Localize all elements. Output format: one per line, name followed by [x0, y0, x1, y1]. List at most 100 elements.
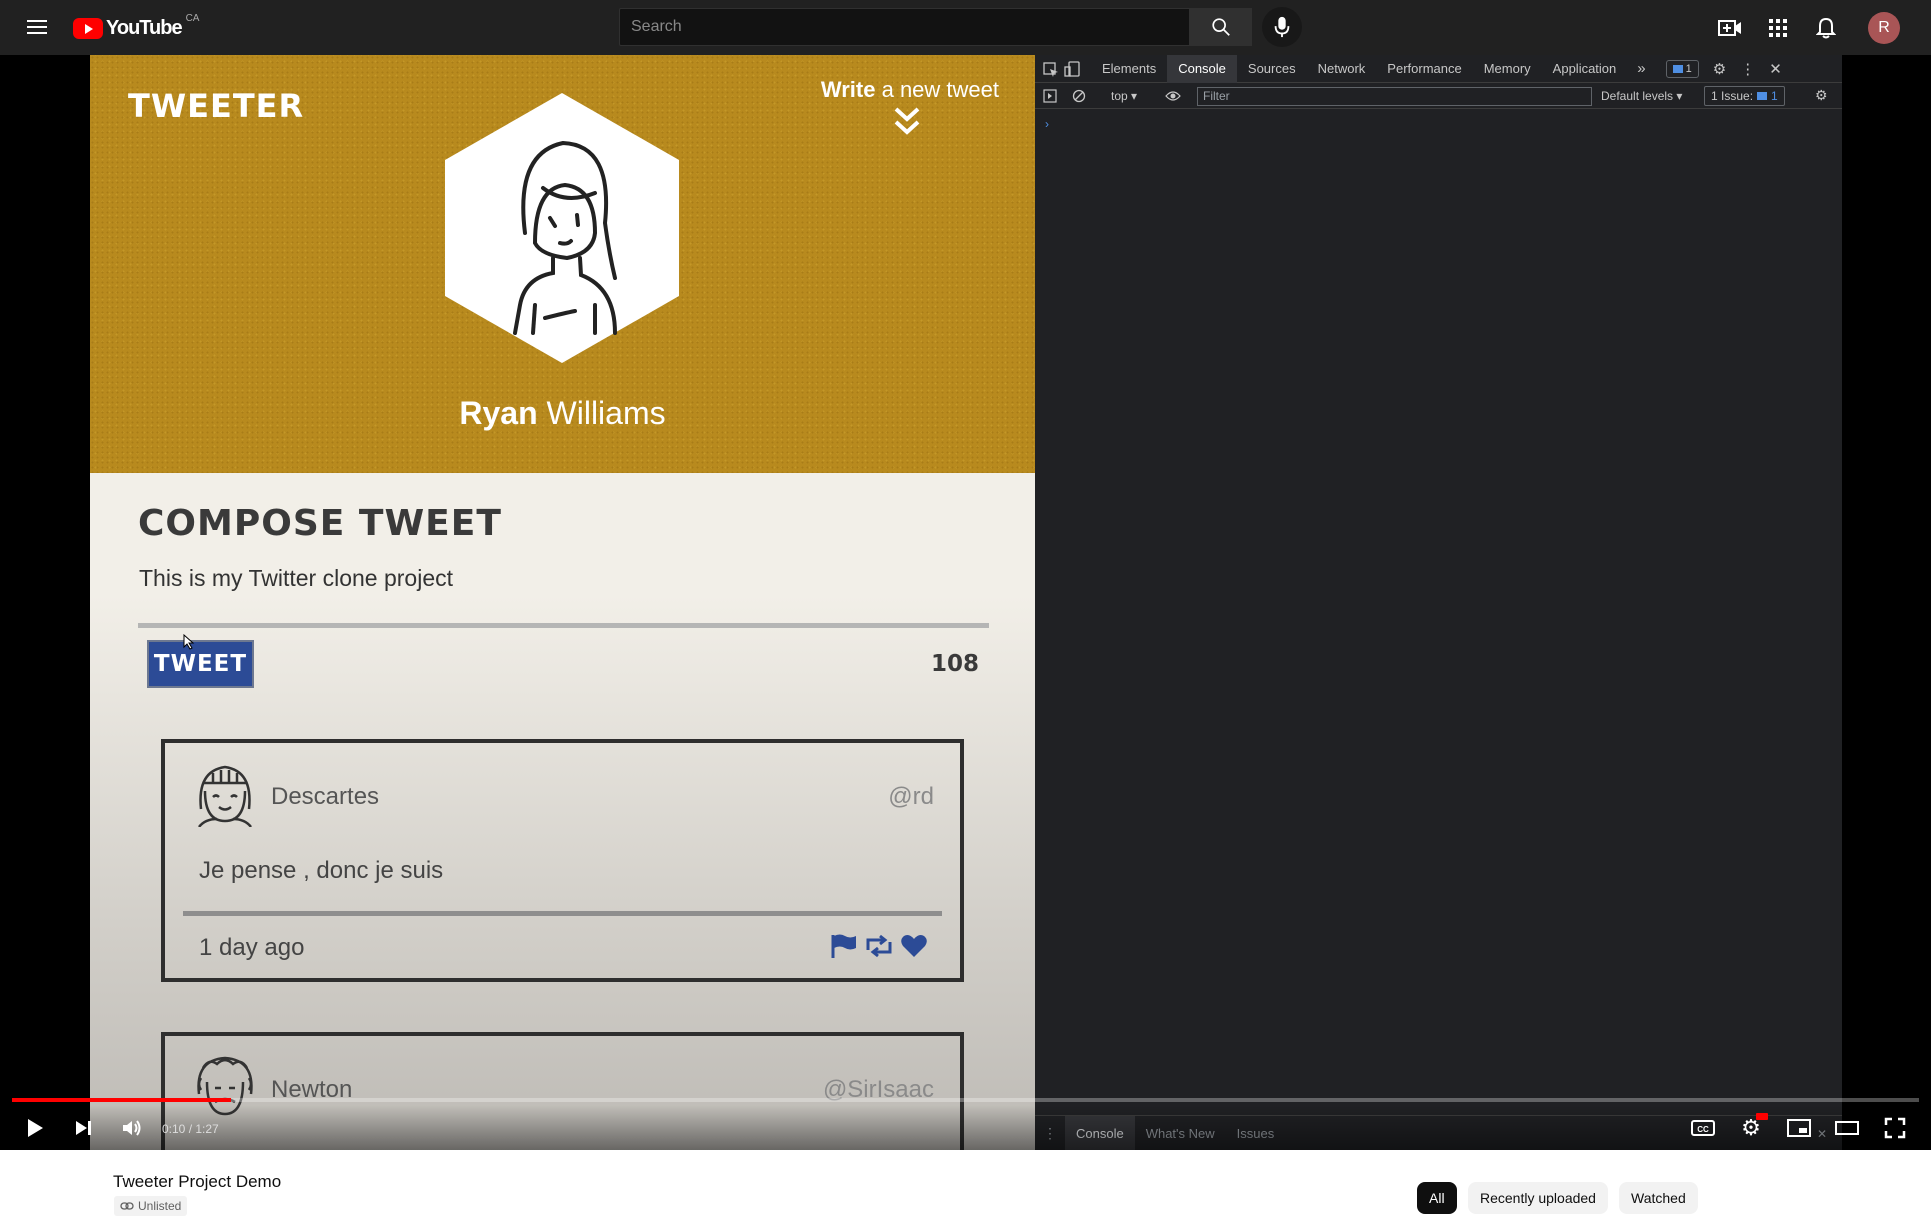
context-label: top [1111, 89, 1128, 103]
video-info-area: Tweeter Project Demo Unlisted All Recent… [0, 1150, 1931, 1225]
devtools-tab-memory[interactable]: Memory [1473, 55, 1542, 83]
mouse-cursor-icon [183, 634, 195, 650]
tweet-submit-button[interactable]: TWEET [147, 640, 254, 688]
write-new-tweet-link[interactable]: Write a new tweet [821, 77, 999, 103]
message-icon [1672, 64, 1683, 73]
miniplayer-button[interactable] [1784, 1113, 1814, 1143]
tweet-timestamp: 1 day ago [199, 934, 305, 961]
notifications-bell-icon[interactable] [1813, 15, 1839, 41]
unlisted-label: Unlisted [138, 1199, 182, 1213]
issues-button[interactable]: 1 Issue: 1 [1704, 86, 1785, 106]
device-toolbar-icon[interactable] [1063, 55, 1085, 83]
youtube-logo-text: YouTube [106, 16, 183, 39]
double-chevron-down-icon[interactable] [894, 105, 920, 139]
inspect-element-icon[interactable] [1037, 55, 1063, 83]
retweet-icon[interactable] [864, 933, 894, 959]
devtools-tab-network[interactable]: Network [1307, 55, 1377, 83]
profile-username: Ryan Williams [90, 395, 1035, 432]
create-video-icon[interactable] [1717, 15, 1743, 41]
console-prompt-chevron-icon[interactable]: › [1045, 117, 1049, 131]
search-button[interactable] [1190, 8, 1252, 46]
tweet-author-name: Descartes [271, 783, 380, 810]
play-button[interactable] [20, 1113, 50, 1143]
heart-icon[interactable] [900, 933, 928, 959]
volume-icon [123, 1120, 141, 1136]
devtools-tab-elements[interactable]: Elements [1091, 55, 1167, 83]
search-icon [1212, 18, 1230, 36]
closed-captions-icon: CC [1691, 1120, 1715, 1136]
account-avatar[interactable]: R [1868, 12, 1900, 44]
user-first-name: Ryan [459, 395, 538, 431]
flag-icon[interactable] [830, 933, 858, 959]
devtools-tab-console[interactable]: Console [1167, 55, 1237, 83]
youtube-logo[interactable]: YouTube CA [73, 12, 200, 41]
tweet-actions [830, 933, 928, 959]
kebab-menu-icon[interactable]: ⋮ [1740, 60, 1755, 78]
tweet-textarea[interactable]: This is my Twitter clone project [139, 565, 453, 592]
user-last-name: Williams [537, 395, 666, 431]
youtube-play-logo-icon [73, 17, 103, 39]
hd-badge-icon [1756, 1113, 1768, 1120]
tweet-author-handle: @rd [888, 783, 934, 810]
more-tabs-chevron-icon[interactable]: » [1627, 60, 1655, 77]
console-settings-gear-icon[interactable]: ⚙ [1815, 87, 1828, 104]
svg-text:CC: CC [1697, 1125, 1709, 1134]
write-suffix: a new tweet [875, 77, 999, 102]
play-icon [28, 1119, 43, 1137]
playback-time: 0:10 / 1:27 [162, 1122, 219, 1136]
apps-grid-icon[interactable] [1765, 15, 1791, 41]
miniplayer-icon [1787, 1119, 1811, 1137]
console-filter-input[interactable]: Filter [1197, 87, 1592, 106]
fullscreen-icon [1884, 1117, 1906, 1139]
tweet-card: Descartes @rd Je pense , donc je suis 1 … [161, 739, 964, 982]
video-progress-fill [12, 1098, 232, 1102]
next-button[interactable] [68, 1113, 98, 1143]
captions-button[interactable]: CC [1688, 1113, 1718, 1143]
messages-badge[interactable]: 1 [1665, 59, 1699, 78]
country-code: CA [185, 12, 200, 24]
close-devtools-icon[interactable]: ✕ [1769, 60, 1782, 78]
write-prefix: Write [820, 77, 876, 102]
settings-button[interactable]: ⚙ [1736, 1113, 1768, 1143]
devtools-tab-performance[interactable]: Performance [1376, 55, 1472, 83]
compose-underline [138, 623, 989, 628]
clear-console-icon[interactable] [1072, 89, 1086, 103]
issues-count: 1 [1771, 89, 1778, 103]
voice-search-button[interactable] [1262, 7, 1302, 47]
log-levels-label: Default levels [1601, 89, 1674, 103]
devtools-tab-bar: Elements Console Sources Network Performance… [1035, 55, 1842, 83]
next-icon [76, 1121, 91, 1135]
video-progress-bar[interactable] [12, 1098, 1919, 1102]
issues-label: 1 Issue: [1711, 89, 1754, 103]
filter-chip-all[interactable]: All [1417, 1182, 1457, 1214]
compose-tweet-heading: COMPOSE TWEET [138, 503, 502, 544]
character-counter: 108 [930, 651, 979, 677]
eye-icon[interactable] [1165, 90, 1181, 102]
filter-chip-recently-uploaded[interactable]: Recently uploaded [1468, 1182, 1608, 1214]
profile-banner: TWEETER Write a new tweet Ryan Williams [90, 55, 1035, 473]
issue-icon [1757, 92, 1768, 100]
video-player[interactable]: TWEETER Write a new tweet Ryan Williams … [0, 55, 1931, 1150]
search-input[interactable]: Search [619, 8, 1190, 46]
filter-chip-watched[interactable]: Watched [1619, 1182, 1698, 1214]
user-avatar-hexagon [445, 93, 679, 363]
messages-count: 1 [1685, 62, 1692, 75]
devtools-tab-sources[interactable]: Sources [1237, 55, 1307, 83]
tweeter-brand: TWEETER [128, 87, 305, 125]
devtools-tab-application[interactable]: Application [1542, 55, 1628, 83]
tweet-divider [183, 911, 942, 916]
tweet-body: Je pense , donc je suis [199, 857, 444, 884]
console-toolbar: top ▾ Filter Default levels ▾ 1 Issue: 1… [1035, 83, 1842, 109]
theater-mode-button[interactable] [1832, 1113, 1862, 1143]
log-levels-dropdown[interactable]: Default levels ▾ [1601, 89, 1682, 103]
settings-gear-icon[interactable]: ⚙ [1713, 60, 1726, 78]
youtube-header: YouTube CA Search R [0, 0, 1931, 55]
fullscreen-button[interactable] [1880, 1113, 1910, 1143]
sidebar-toggle-icon[interactable] [1043, 89, 1057, 103]
menu-icon[interactable] [22, 13, 52, 41]
link-icon [120, 1202, 134, 1210]
tweet-author-avatar [198, 765, 252, 827]
context-selector[interactable]: top ▾ [1111, 89, 1137, 103]
player-controls: 0:10 / 1:27 CC ⚙ [0, 1105, 1931, 1150]
mute-button[interactable] [117, 1113, 147, 1143]
